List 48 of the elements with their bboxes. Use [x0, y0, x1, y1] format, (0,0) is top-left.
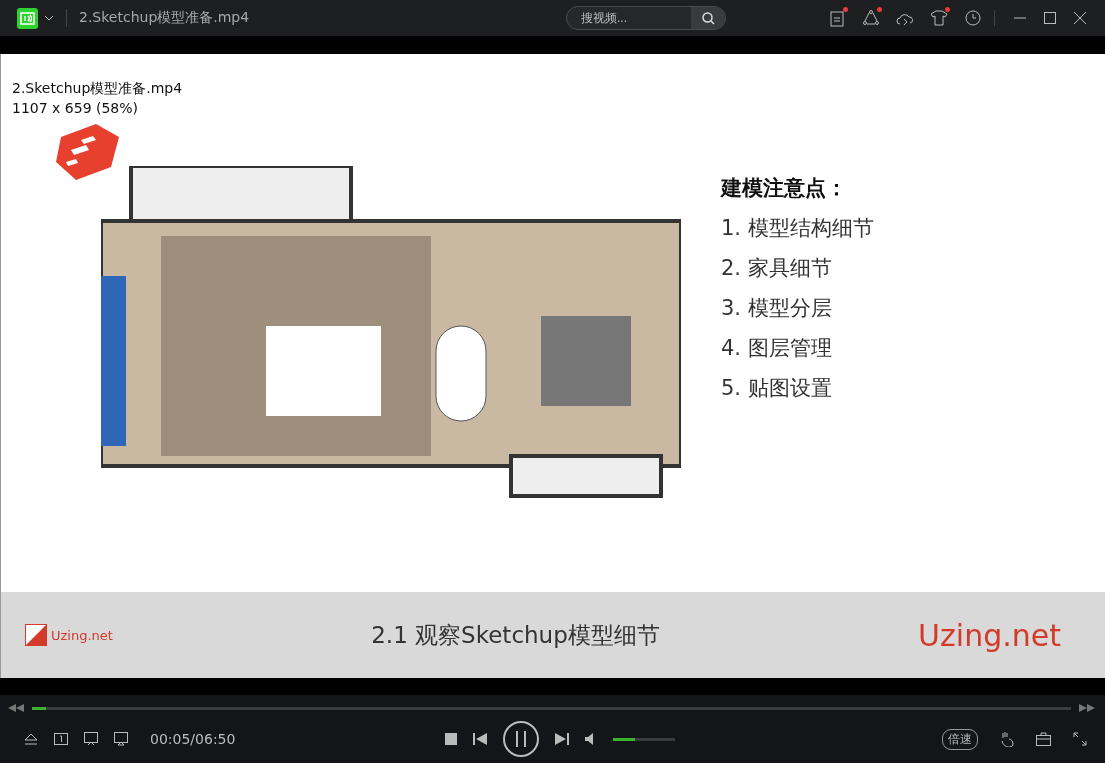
fullscreen-icon[interactable]	[1073, 732, 1087, 746]
clock-icon	[965, 10, 981, 26]
slide-point: 3. 模型分层	[721, 295, 833, 322]
pause-icon	[516, 731, 527, 747]
previous-button[interactable]	[473, 733, 488, 745]
search-bar[interactable]: 搜视频...	[566, 6, 726, 30]
maximize-icon	[1044, 12, 1056, 24]
hand-icon[interactable]	[1000, 731, 1014, 747]
brand-logo-icon	[25, 624, 47, 646]
tv-cast-button[interactable]	[84, 732, 98, 746]
brand-name: Uzing.net	[918, 617, 1061, 653]
progress-track[interactable]	[32, 706, 1071, 710]
notification-dot	[945, 7, 950, 12]
slide-point: 5. 贴图设置	[721, 375, 833, 402]
pc-cast-button[interactable]	[114, 732, 128, 746]
slide-caption: 2.1 观察Sketchup模型细节	[371, 620, 660, 650]
fast-forward-icon[interactable]	[1079, 704, 1095, 712]
stop-button[interactable]	[445, 733, 458, 745]
search-button[interactable]	[691, 7, 725, 29]
toolbar-button[interactable]	[928, 7, 950, 29]
minimize-icon	[1014, 17, 1026, 19]
speed-button[interactable]: 倍速	[942, 728, 978, 750]
brand-name: Uzing.net	[51, 627, 113, 643]
toolbar-button[interactable]	[962, 7, 984, 29]
close-icon	[1074, 12, 1086, 24]
slide-point: 2. 家具细节	[721, 255, 833, 282]
video-info-text: 1107 x 659 (58%)	[12, 100, 140, 116]
slide-point: 1. 模型结构细节	[721, 215, 874, 242]
video-info-text: 2.Sketchup模型准备.mp4	[12, 80, 183, 98]
notification-dot	[877, 7, 882, 12]
share-icon	[862, 9, 880, 27]
caret-icon[interactable]	[44, 15, 54, 21]
notification-dot	[843, 7, 848, 12]
search-field[interactable]: 搜视频...	[567, 7, 691, 29]
shirt-icon	[930, 10, 948, 26]
app-logo[interactable]	[17, 7, 38, 29]
time-display: 00:05/06:50	[150, 731, 236, 747]
slide-heading: 建模注意点：	[721, 175, 848, 202]
eject-button[interactable]	[24, 733, 38, 745]
toolbox-icon[interactable]	[1036, 732, 1051, 746]
search-icon	[701, 11, 715, 25]
pause-button[interactable]	[503, 721, 540, 757]
slide-point: 4. 图层管理	[721, 335, 833, 362]
next-button[interactable]	[555, 733, 570, 745]
playlist-button[interactable]	[54, 733, 68, 745]
volume-track[interactable]	[613, 737, 676, 741]
rewind-icon[interactable]	[8, 704, 24, 712]
window-title: 2.Sketchup模型准备.mp4	[66, 9, 250, 27]
